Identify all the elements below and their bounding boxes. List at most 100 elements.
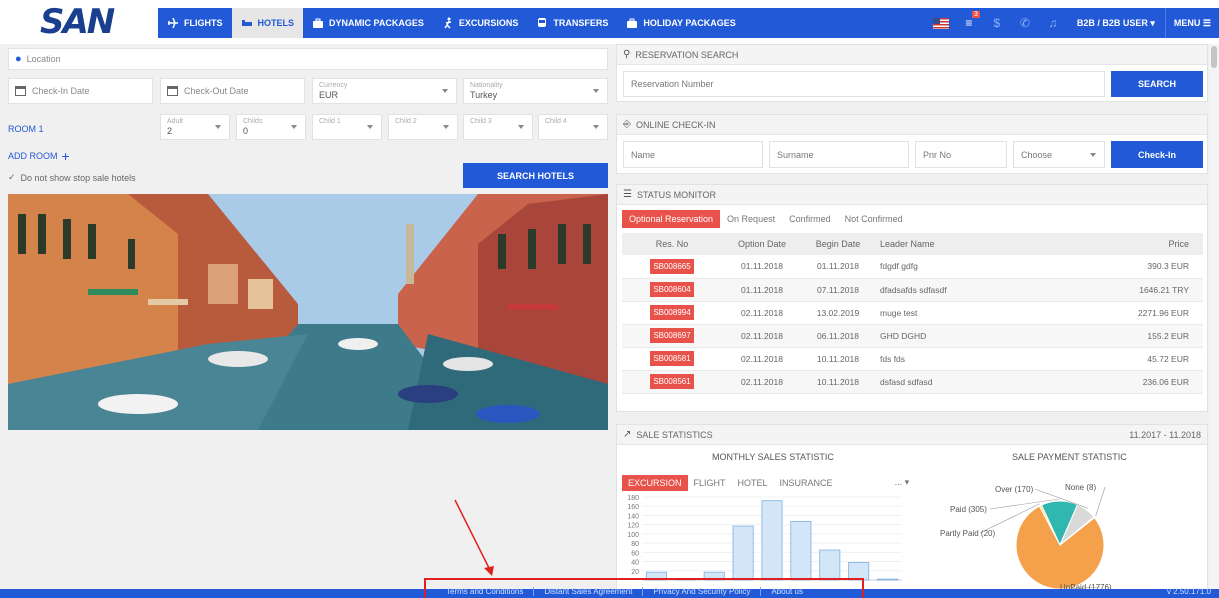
us-flag-icon[interactable]: [932, 17, 949, 29]
nav-holiday-packages[interactable]: HOLIDAY PACKAGES: [617, 8, 744, 38]
checkin-choose-select[interactable]: Choose: [1013, 141, 1105, 168]
bell-icon[interactable]: ♫: [1042, 16, 1064, 30]
sale-statistics-header: ↗ SALE STATISTICS 11.2017 - 11.2018: [617, 425, 1207, 445]
reservation-number-input[interactable]: Reservation Number: [623, 71, 1105, 97]
checkin-button[interactable]: Check-In: [1111, 141, 1203, 168]
y-tick-label: 100: [627, 532, 639, 539]
search-hotels-button[interactable]: SEARCH HOTELS: [463, 163, 608, 188]
child1-select[interactable]: Child 1: [312, 114, 382, 140]
plane-icon: [168, 17, 178, 29]
bar[interactable]: [732, 525, 754, 581]
calendar-icon: [167, 86, 178, 96]
walker-icon: [444, 17, 452, 29]
calendar-icon: [15, 86, 26, 96]
add-room-button[interactable]: ADD ROOM +: [8, 148, 70, 164]
scrollbar[interactable]: [1209, 44, 1219, 589]
bar[interactable]: [790, 521, 812, 581]
child2-select[interactable]: Child 2: [388, 114, 458, 140]
pie-label: Over (170): [995, 485, 1034, 494]
phone-icon[interactable]: ✆: [1014, 16, 1036, 30]
chevron-down-icon: [443, 125, 449, 129]
cart-icon[interactable]: ≡ 3: [958, 11, 980, 30]
y-tick-label: 60: [631, 550, 639, 557]
status-monitor-header: ☰ STATUS MONITOR: [617, 185, 1207, 205]
table-row[interactable]: SB008994 02.11.2018 13.02.2019 muge test…: [622, 301, 1203, 325]
more-tabs-button[interactable]: ... ▾: [889, 474, 916, 491]
tab-insurance[interactable]: INSURANCE: [774, 475, 839, 491]
table-row[interactable]: SB008561 02.11.2018 10.11.2018 dsfasd sd…: [622, 370, 1203, 394]
nav-dynamic-packages[interactable]: DYNAMIC PACKAGES: [303, 8, 433, 38]
bar[interactable]: [819, 549, 841, 581]
stop-sale-checkbox[interactable]: ✓ Do not show stop sale hotels: [8, 172, 136, 183]
table-row[interactable]: SB008665 01.11.2018 01.11.2018 fdgdf gdf…: [622, 255, 1203, 279]
child4-select[interactable]: Child 4: [538, 114, 608, 140]
reservation-search-header: ⚲ RESERVATION SEARCH: [617, 45, 1207, 65]
nationality-select[interactable]: Nationality Turkey: [463, 78, 608, 104]
tab-confirmed[interactable]: Confirmed: [782, 210, 838, 228]
tab-optional-reservation[interactable]: Optional Reservation: [622, 210, 721, 228]
tab-excursion[interactable]: EXCURSION: [622, 474, 688, 491]
annotation-arrow: [454, 499, 494, 576]
stats-range: 11.2017 - 11.2018: [1129, 429, 1201, 440]
online-checkin-header: ⎆ ONLINE CHECK-IN: [617, 115, 1207, 135]
table-row[interactable]: SB008581 02.11.2018 10.11.2018 fds fds 4…: [622, 347, 1203, 371]
chevron-down-icon: [593, 125, 599, 129]
res-no-badge[interactable]: SB008604: [650, 282, 694, 297]
checkin-pnr-input[interactable]: Pnr No: [915, 141, 1007, 168]
currency-icon[interactable]: $: [986, 16, 1008, 30]
res-no-badge[interactable]: SB008994: [650, 305, 694, 320]
adult-select[interactable]: Adult 2: [160, 114, 230, 140]
chevron-down-icon: [442, 89, 448, 93]
checkin-name-input[interactable]: Name: [623, 141, 763, 168]
chevron-down-icon: [518, 125, 524, 129]
chevron-down-icon: [367, 125, 373, 129]
menu-button[interactable]: MENU ☰: [1166, 18, 1219, 29]
checkin-date-input[interactable]: Check-In Date: [8, 78, 153, 104]
status-tabs: Optional Reservation On Request Confirme…: [622, 210, 910, 228]
check-icon: ✓: [8, 172, 16, 182]
bar[interactable]: [877, 578, 899, 581]
checkout-date-input[interactable]: Check-Out Date: [160, 78, 305, 104]
tab-hotel[interactable]: HOTEL: [732, 475, 774, 491]
y-tick-label: 140: [627, 513, 639, 520]
bus-icon: [538, 18, 547, 27]
reservation-search-button[interactable]: SEARCH: [1111, 71, 1203, 97]
user-menu[interactable]: B2B / B2B USER ▾: [1077, 8, 1166, 38]
bar[interactable]: [761, 500, 783, 581]
scrollbar-thumb[interactable]: [1211, 46, 1217, 68]
list-icon: ☰: [623, 189, 632, 200]
child3-select[interactable]: Child 3: [463, 114, 533, 140]
main-nav: FLIGHTS HOTELS DYNAMIC PACKAGES EXCURSIO…: [158, 8, 1219, 38]
pie-label: None (8): [1065, 483, 1096, 492]
search-icon: ⚲: [623, 49, 631, 60]
chevron-down-icon: [215, 125, 221, 129]
col-res-no: Res. No: [622, 233, 722, 255]
tab-flight[interactable]: FLIGHT: [688, 475, 732, 491]
col-leader-name: Leader Name: [874, 233, 1048, 255]
res-no-badge[interactable]: SB008581: [650, 351, 694, 366]
payment-stat-title: SALE PAYMENT STATISTIC: [1012, 452, 1127, 462]
table-row[interactable]: SB008697 02.11.2018 06.11.2018 GHD DGHD …: [622, 324, 1203, 348]
nav-hotels[interactable]: HOTELS: [231, 8, 304, 38]
y-tick-label: 120: [627, 523, 639, 530]
res-no-badge[interactable]: SB008561: [650, 374, 694, 389]
payment-pie-chart: UnPaid (1776)Partly Paid (20)Paid (305)O…: [940, 483, 1112, 589]
table-row[interactable]: SB008604 01.11.2018 07.11.2018 dfadsafds…: [622, 278, 1203, 302]
location-pin-icon: ●: [15, 53, 22, 65]
nav-flights[interactable]: FLIGHTS: [158, 8, 232, 38]
location-input[interactable]: ● Location: [8, 48, 608, 70]
col-price: Price: [1047, 233, 1203, 255]
nav-transfers[interactable]: TRANSFERS: [527, 8, 617, 38]
brand-logo[interactable]: SAN: [40, 2, 115, 42]
tab-not-confirmed[interactable]: Not Confirmed: [838, 210, 910, 228]
res-no-badge[interactable]: SB008697: [650, 328, 694, 343]
tab-on-request[interactable]: On Request: [720, 210, 782, 228]
nav-excursions[interactable]: EXCURSIONS: [433, 8, 528, 38]
pie-label: Partly Paid (20): [940, 529, 995, 538]
col-option-date: Option Date: [722, 233, 802, 255]
chevron-down-icon: [593, 89, 599, 93]
res-no-badge[interactable]: SB008665: [650, 258, 694, 274]
checkin-surname-input[interactable]: Surname: [769, 141, 909, 168]
currency-select[interactable]: Currency EUR: [312, 78, 457, 104]
childs-select[interactable]: Childs 0: [236, 114, 306, 140]
